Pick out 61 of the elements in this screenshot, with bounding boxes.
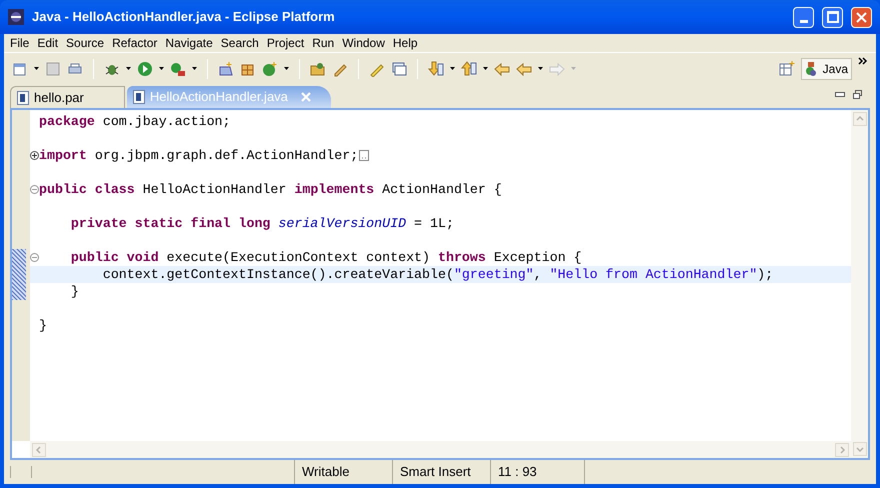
code-line: private static final long serialVersionUID = 1L; <box>70 215 454 232</box>
close-button[interactable] <box>851 6 872 28</box>
minimize-button[interactable] <box>793 6 814 28</box>
collapse-icon[interactable] <box>30 253 39 262</box>
minimize-view-icon[interactable] <box>835 92 845 97</box>
run-icon[interactable] <box>137 60 153 76</box>
caret-icon[interactable] <box>192 67 197 70</box>
code-line: public void execute(ExecutionContext context) throws Exception { <box>70 249 582 266</box>
caret-icon[interactable] <box>538 67 543 70</box>
caret-icon[interactable] <box>34 67 39 70</box>
menu-item[interactable]: Project <box>262 34 308 52</box>
menu-item[interactable]: Navigate <box>161 34 217 52</box>
caret-icon[interactable] <box>483 67 488 70</box>
status-field: Writable <box>294 460 392 484</box>
folded-code-icon[interactable] <box>359 150 370 161</box>
chevron-icon[interactable] <box>858 57 868 65</box>
next-annotation-icon[interactable] <box>428 60 444 76</box>
caret-icon[interactable] <box>284 67 289 70</box>
last-edit-icon[interactable] <box>494 60 510 76</box>
new-package-icon[interactable] <box>218 60 234 76</box>
print-icon[interactable] <box>67 60 83 76</box>
caret-icon[interactable] <box>450 67 455 70</box>
menu-item[interactable]: Help <box>388 34 422 52</box>
file-icon <box>17 90 29 104</box>
status-field: Smart Insert <box>392 460 490 484</box>
expand-icon[interactable] <box>30 151 39 160</box>
code-line: context.getContextInstance().createVariable("greeting", "Hello from ActionHandler"); <box>102 266 774 283</box>
status-field: 11 : 93 <box>490 460 584 484</box>
code-line: } <box>70 283 79 300</box>
app-icon <box>8 9 24 25</box>
caret-icon[interactable] <box>126 67 131 70</box>
previous-annotation-icon[interactable] <box>461 60 477 76</box>
perspective-button[interactable]: Java <box>800 58 852 80</box>
external-tools-icon[interactable] <box>170 60 186 76</box>
save-icon[interactable] <box>45 60 61 76</box>
menu-item[interactable]: Refactor <box>108 34 162 52</box>
window-list-icon[interactable] <box>391 60 407 76</box>
maximize-view-icon[interactable] <box>853 90 862 99</box>
code-line: package com.jbay.action; <box>39 113 231 130</box>
close-icon <box>856 12 867 22</box>
code-line: import org.jbpm.graph.def.ActionHandler; <box>39 147 358 164</box>
menu-item[interactable]: File <box>6 34 34 52</box>
maximize-button[interactable] <box>822 6 843 28</box>
editor-tab[interactable]: hello.par <box>10 86 125 108</box>
close-icon[interactable] <box>300 92 311 102</box>
back-icon[interactable] <box>516 60 532 76</box>
open-folder-icon[interactable] <box>310 60 326 76</box>
menu-item[interactable]: Window <box>338 34 389 52</box>
menu-item[interactable]: Run <box>308 34 338 52</box>
code-line: public class HelloActionHandler implements ActionHandler { <box>39 181 502 198</box>
open-perspective-icon[interactable] <box>778 60 795 76</box>
new-class-circle-icon[interactable] <box>262 60 278 76</box>
collapse-icon[interactable] <box>30 185 39 194</box>
menu-item[interactable]: Edit <box>33 34 62 52</box>
caret-icon[interactable] <box>159 67 164 70</box>
window-title: Java - HelloActionHandler.java - Eclipse Platform <box>32 8 336 26</box>
new-file-icon[interactable] <box>12 60 28 76</box>
code-line: } <box>39 317 47 334</box>
file-icon <box>132 90 145 104</box>
menu-item[interactable]: Source <box>62 34 108 52</box>
menu-item[interactable]: Search <box>216 34 263 52</box>
